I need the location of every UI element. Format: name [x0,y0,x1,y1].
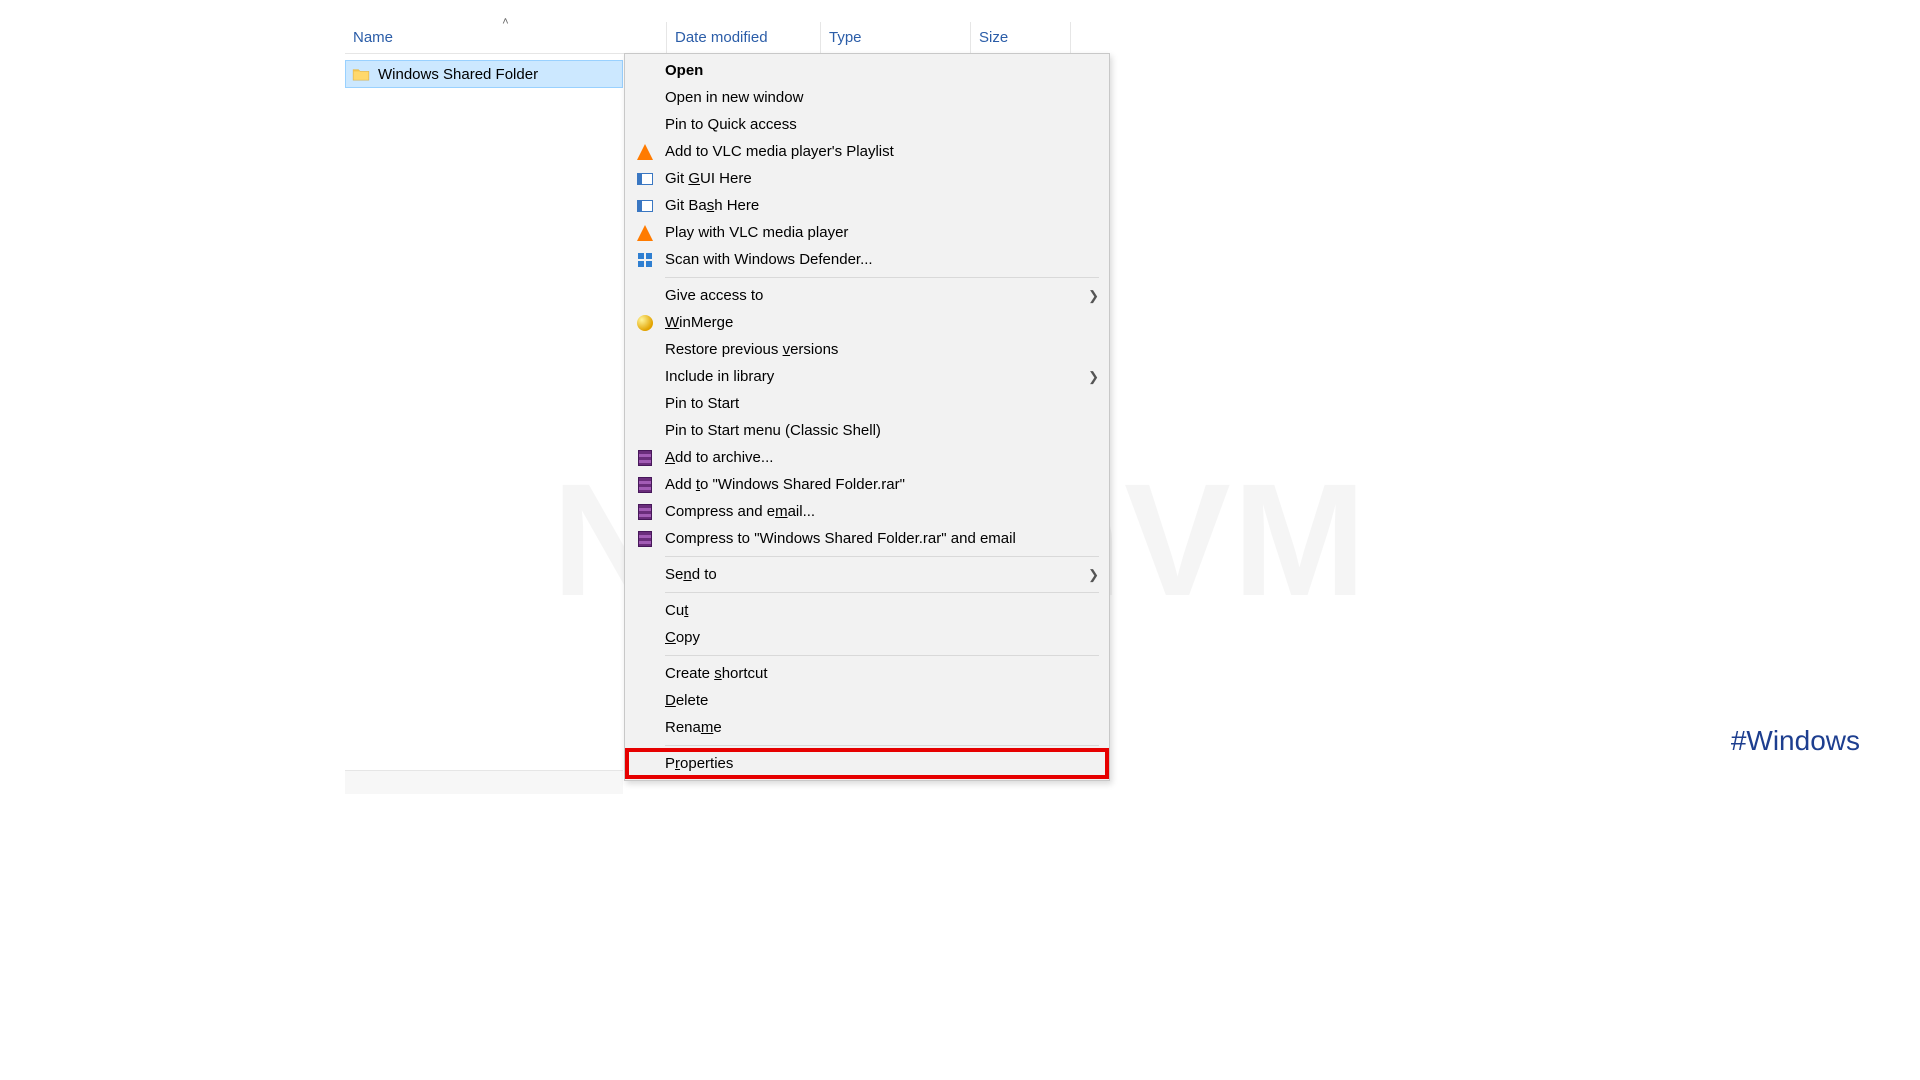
column-header-name-label: Name [353,29,393,46]
menu-open[interactable]: Open [627,57,1107,84]
menu-winmerge-label: WinMerge [665,314,1099,331]
menu-create-shortcut[interactable]: Create shortcut [627,660,1107,687]
menu-separator [665,277,1099,278]
menu-compress-email-label: Compress and email... [665,503,1099,520]
file-row-selected[interactable]: Windows Shared Folder [345,60,623,88]
git-gui-icon [635,169,655,189]
menu-properties[interactable]: Properties [627,750,1107,777]
menu-send-to[interactable]: Send to ❯ [627,561,1107,588]
menu-create-shortcut-label: Create shortcut [665,665,1099,682]
menu-winmerge[interactable]: WinMerge [627,309,1107,336]
menu-git-gui[interactable]: Git GUI Here [627,165,1107,192]
menu-add-to-rar[interactable]: Add to "Windows Shared Folder.rar" [627,471,1107,498]
menu-play-vlc-label: Play with VLC media player [665,224,1099,241]
archive-icon [635,475,655,495]
menu-include-library-label: Include in library [665,368,1088,385]
menu-pin-start[interactable]: Pin to Start [627,390,1107,417]
menu-scan-defender-label: Scan with Windows Defender... [665,251,1099,268]
menu-separator [665,592,1099,593]
menu-pin-quick-label: Pin to Quick access [665,116,1099,133]
sort-ascending-icon: ˄ [502,16,508,28]
menu-include-library[interactable]: Include in library ❯ [627,363,1107,390]
menu-pin-start-classic[interactable]: Pin to Start menu (Classic Shell) [627,417,1107,444]
column-header-type-label: Type [829,29,862,46]
column-headers: Name ˄ Date modified Type Size [345,22,1110,54]
menu-rename[interactable]: Rename [627,714,1107,741]
menu-play-vlc[interactable]: Play with VLC media player [627,219,1107,246]
menu-add-archive-label: Add to archive... [665,449,1099,466]
column-header-size[interactable]: Size [971,22,1071,53]
menu-open-new-window-label: Open in new window [665,89,1099,106]
menu-separator [665,745,1099,746]
menu-give-access[interactable]: Give access to ❯ [627,282,1107,309]
menu-delete-label: Delete [665,692,1099,709]
menu-restore-versions[interactable]: Restore previous versions [627,336,1107,363]
menu-send-to-label: Send to [665,566,1088,583]
vlc-icon [635,142,655,162]
folder-icon [352,67,370,81]
menu-cut[interactable]: Cut [627,597,1107,624]
column-header-date-label: Date modified [675,29,768,46]
column-header-type[interactable]: Type [821,22,971,53]
column-header-date[interactable]: Date modified [667,22,821,53]
vlc-icon [635,223,655,243]
menu-pin-quick-access[interactable]: Pin to Quick access [627,111,1107,138]
menu-add-vlc-label: Add to VLC media player's Playlist [665,143,1099,160]
menu-git-bash[interactable]: Git Bash Here [627,192,1107,219]
menu-delete[interactable]: Delete [627,687,1107,714]
menu-pin-start-label: Pin to Start [665,395,1099,412]
defender-shield-icon [635,250,655,270]
menu-git-gui-label: Git GUI Here [665,170,1099,187]
chevron-right-icon: ❯ [1088,288,1099,304]
menu-add-archive[interactable]: Add to archive... [627,444,1107,471]
menu-compress-rar-email[interactable]: Compress to "Windows Shared Folder.rar" … [627,525,1107,552]
archive-icon [635,529,655,549]
file-name-label: Windows Shared Folder [378,66,538,83]
winmerge-icon [635,313,655,333]
status-bar [345,770,623,794]
menu-cut-label: Cut [665,602,1099,619]
menu-separator [665,556,1099,557]
column-header-size-label: Size [979,29,1008,46]
menu-add-to-rar-label: Add to "Windows Shared Folder.rar" [665,476,1099,493]
menu-git-bash-label: Git Bash Here [665,197,1099,214]
menu-open-label: Open [665,62,1099,79]
menu-restore-label: Restore previous versions [665,341,1099,358]
archive-icon [635,502,655,522]
menu-copy[interactable]: Copy [627,624,1107,651]
chevron-right-icon: ❯ [1088,369,1099,385]
menu-scan-defender[interactable]: Scan with Windows Defender... [627,246,1107,273]
menu-copy-label: Copy [665,629,1099,646]
menu-rename-label: Rename [665,719,1099,736]
archive-icon [635,448,655,468]
column-header-name[interactable]: Name ˄ [345,22,667,53]
menu-compress-rar-email-label: Compress to "Windows Shared Folder.rar" … [665,530,1099,547]
git-bash-icon [635,196,655,216]
menu-open-new-window[interactable]: Open in new window [627,84,1107,111]
menu-compress-email[interactable]: Compress and email... [627,498,1107,525]
chevron-right-icon: ❯ [1088,567,1099,583]
hashtag-label: #Windows [1731,725,1860,757]
menu-properties-label: Properties [665,755,1099,772]
context-menu: Open Open in new window Pin to Quick acc… [624,53,1110,781]
menu-pin-start-classic-label: Pin to Start menu (Classic Shell) [665,422,1099,439]
menu-add-vlc-playlist[interactable]: Add to VLC media player's Playlist [627,138,1107,165]
menu-separator [665,655,1099,656]
menu-give-access-label: Give access to [665,287,1088,304]
